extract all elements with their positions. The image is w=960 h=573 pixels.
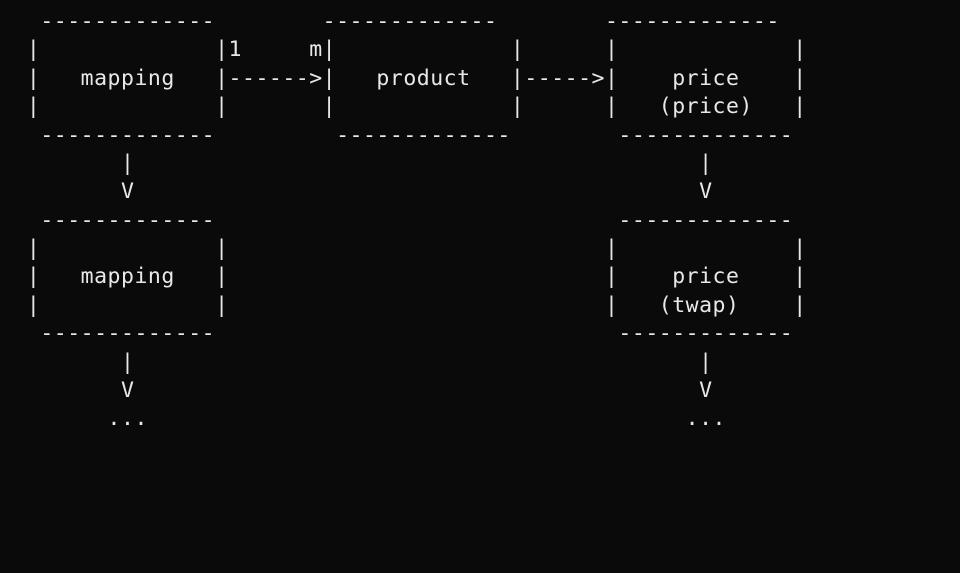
diagram-line: V V <box>0 378 713 403</box>
ascii-diagram: ------------- ------------- ------------… <box>0 0 960 434</box>
diagram-line: ------------- ------------- <box>0 321 793 346</box>
diagram-line: | | <box>0 350 713 375</box>
diagram-line: | | <box>0 151 713 176</box>
diagram-line: | |1 m| | | | <box>0 37 807 62</box>
diagram-line: | | | | | (price) | <box>0 94 807 119</box>
diagram-line: | mapping |------>| product |----->| pri… <box>0 66 807 91</box>
diagram-line: | | | | <box>0 236 807 261</box>
diagram-line: ------------- ------------- ------------… <box>0 9 780 34</box>
diagram-line: ... ... <box>0 406 726 431</box>
diagram-line: V V <box>0 179 713 204</box>
diagram-line: ------------- ------------- <box>0 208 793 233</box>
diagram-line: | mapping | | price | <box>0 264 807 289</box>
diagram-line: | | | (twap) | <box>0 293 807 318</box>
diagram-line: ------------- ------------- ------------… <box>0 123 793 148</box>
